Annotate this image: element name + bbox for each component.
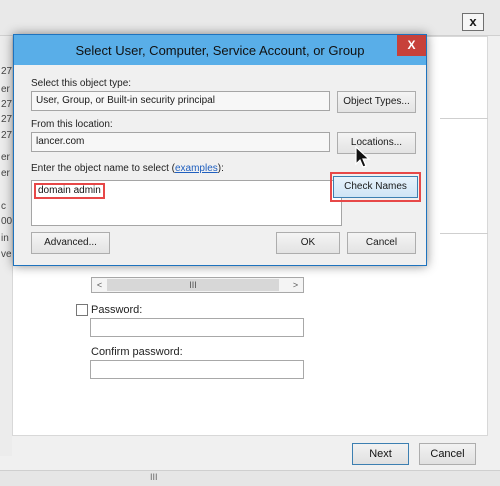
location-label: From this location: [31, 119, 113, 130]
advanced-button[interactable]: Advanced... [31, 232, 110, 254]
object-type-label: Select this object type: [31, 78, 132, 89]
password-field[interactable] [90, 318, 304, 337]
dialog-close-button[interactable]: X [397, 35, 426, 56]
ok-button[interactable]: OK [276, 232, 340, 254]
divider [440, 118, 488, 119]
locations-button[interactable]: Locations... [337, 132, 416, 154]
list-fragment: 27 [1, 66, 13, 77]
mouse-pointer-icon [355, 146, 371, 168]
confirm-password-label: Confirm password: [91, 346, 183, 358]
list-fragment: c [1, 201, 6, 212]
list-fragment: in [1, 233, 9, 244]
object-types-button[interactable]: Object Types... [337, 91, 416, 113]
enter-name-suffix: ): [217, 163, 224, 174]
next-button[interactable]: Next [352, 443, 409, 465]
list-fragment: 27 [1, 114, 13, 125]
scroll-left-button[interactable]: < [92, 278, 107, 292]
divider [440, 233, 488, 234]
enter-name-prefix: Enter the object name to select ( [31, 163, 175, 174]
dialog-cancel-button[interactable]: Cancel [347, 232, 416, 254]
password-label: Password: [91, 304, 143, 316]
taskbar-strip: III [0, 470, 500, 486]
background-close-button[interactable]: x [462, 13, 484, 31]
object-name-input[interactable]: domain admin [31, 180, 342, 226]
horizontal-scrollbar[interactable]: < III > [91, 277, 304, 293]
examples-link[interactable]: examples [175, 163, 218, 174]
scroll-right-button[interactable]: > [288, 278, 303, 292]
enter-name-label: Enter the object name to select (example… [31, 163, 224, 174]
object-type-field: User, Group, or Built-in security princi… [31, 91, 330, 111]
list-fragment: 27 [1, 99, 13, 110]
location-field: lancer.com [31, 132, 330, 152]
list-fragment: ve [1, 249, 12, 260]
dialog-title: Select User, Computer, Service Account, … [75, 43, 365, 58]
list-fragment: er [1, 84, 10, 95]
object-name-text: domain admin [34, 183, 105, 199]
background-title-bar [0, 0, 500, 36]
list-fragment: er [1, 168, 10, 179]
background-left-list: 27 er 27 27 27 er er c 00 in ve [0, 36, 12, 456]
scroll-thumb[interactable]: III [107, 279, 279, 291]
list-fragment: 27 [1, 130, 13, 141]
confirm-password-field[interactable] [90, 360, 304, 379]
password-checkbox[interactable] [76, 304, 88, 316]
list-fragment: 00 [1, 216, 13, 227]
background-cancel-button[interactable]: Cancel [419, 443, 476, 465]
resize-grip[interactable]: III [150, 472, 158, 482]
check-names-button[interactable]: Check Names [333, 176, 418, 198]
list-fragment: er [1, 152, 10, 163]
